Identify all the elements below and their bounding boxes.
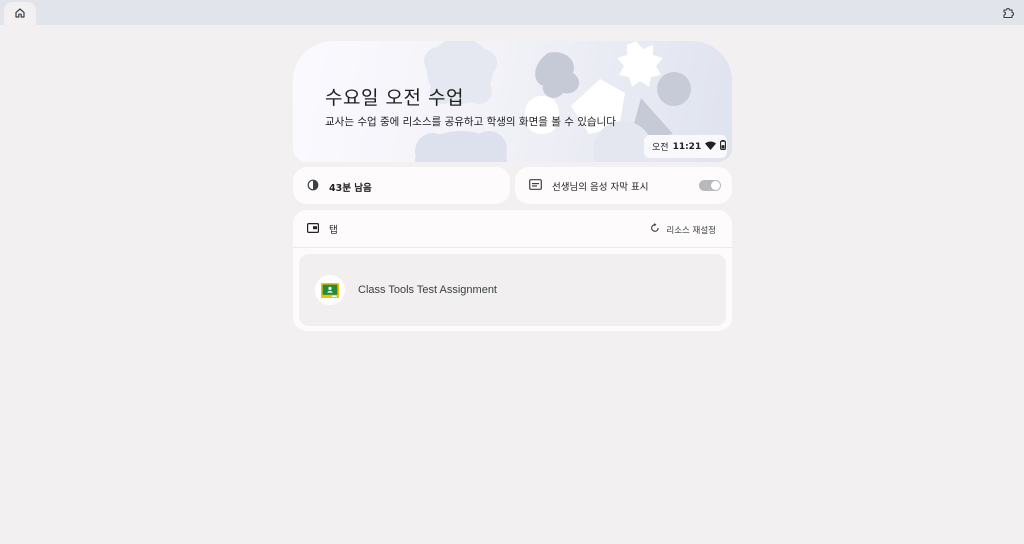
battery-icon	[720, 140, 727, 153]
captions-card: 선생님의 음성 자막 표시	[515, 167, 732, 204]
clock-time: 11:21	[672, 141, 702, 152]
class-banner: 수요일 오전 수업 교사는 수업 중에 리소스를 공유하고 학생의 화면을 볼 …	[293, 41, 732, 162]
class-title: 수요일 오전 수업	[325, 87, 464, 109]
clock-period: 오전	[652, 143, 669, 153]
class-subtitle: 교사는 수업 중에 리소스를 공유하고 학생의 화면을 볼 수 있습니다	[325, 116, 616, 128]
tab-item-title: Class Tools Test Assignment	[358, 284, 497, 296]
reset-resources-label: 리소스 재설정	[666, 225, 716, 236]
timer-icon	[307, 179, 319, 194]
time-remaining-label: 43분 남음	[329, 182, 372, 194]
captions-toggle[interactable]	[699, 180, 721, 191]
wifi-icon	[705, 141, 717, 153]
toggle-knob	[711, 181, 720, 190]
status-area[interactable]: 오전 11:21	[644, 135, 727, 158]
tabs-card: 탭 리소스 재설정 Class Tools Test Assignment	[293, 210, 732, 331]
extension-icon[interactable]	[1001, 5, 1016, 20]
reset-resources-button[interactable]: 리소스 재설정	[650, 223, 716, 236]
time-remaining-card: 43분 남음	[293, 167, 510, 204]
tabs-title: 탭	[329, 225, 338, 236]
home-icon	[14, 4, 26, 23]
home-tab[interactable]	[4, 2, 36, 25]
captions-label: 선생님의 음성 자막 표시	[552, 182, 649, 193]
list-item[interactable]: Class Tools Test Assignment	[299, 254, 726, 326]
tab-icon	[307, 222, 320, 236]
top-shelf	[0, 0, 1024, 25]
refresh-icon	[650, 223, 660, 236]
google-classroom-icon	[315, 275, 345, 305]
divider	[293, 247, 732, 248]
captions-icon	[529, 179, 542, 193]
